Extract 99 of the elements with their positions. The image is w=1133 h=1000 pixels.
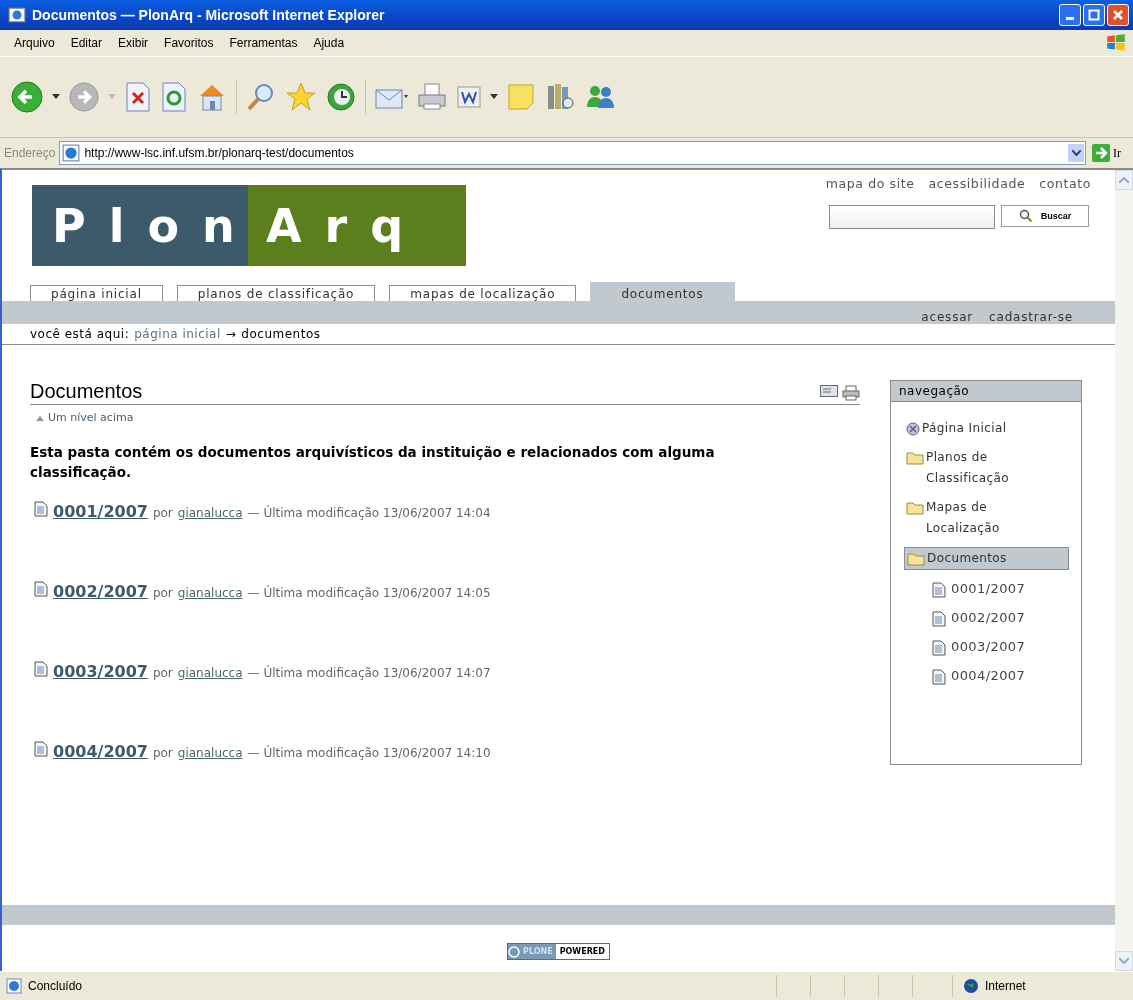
search-icon [1018,209,1033,223]
document-link[interactable]: 0002/2007 [53,582,148,601]
page-icon [62,144,81,162]
author-link[interactable]: gianalucca [177,506,243,520]
close-icon [1112,9,1124,21]
chevron-up-icon [1119,177,1129,183]
page-icon [6,978,22,994]
author-link[interactable]: gianalucca [177,586,243,600]
menu-item[interactable]: Ferramentas [221,36,306,50]
byline-text: por [152,586,173,600]
nav-tab[interactable]: mapas de localização [389,285,577,301]
byline-text: por [152,666,173,680]
printer-icon[interactable] [842,385,860,401]
maximize-icon [1088,9,1100,21]
site-link[interactable]: acessibilidade [928,176,1026,191]
modified-text: — Última modificação 13/06/2007 14:07 [247,666,491,680]
document-icon [34,741,48,757]
maximize-button[interactable] [1083,4,1105,26]
search-button[interactable]: Buscar [1001,205,1089,227]
site-link[interactable]: mapa do site [825,176,915,191]
email-icon[interactable] [820,385,838,397]
author-link[interactable]: gianalucca [177,666,243,680]
nav-item[interactable]: 0002/2007 [930,607,1069,628]
breadcrumb-label: você está aqui: [30,327,130,341]
security-zone: Internet [985,979,1026,993]
minimize-icon [1066,16,1074,20]
menu-item[interactable]: Arquivo [6,36,63,50]
modified-text: — Última modificação 13/06/2007 14:10 [247,746,491,760]
printer-icon[interactable] [416,81,448,113]
status-text: Concluído [28,979,84,993]
refresh-icon[interactable] [160,81,188,113]
menu-item[interactable]: Editar [62,36,111,50]
breadcrumb-current: documentos [241,327,321,341]
byline-text: por [152,506,173,520]
document-icon [932,582,946,598]
windows-logo-icon [1105,32,1127,54]
star-icon[interactable] [285,81,317,113]
portlet-header: navegação [891,381,1081,402]
forward-icon[interactable] [68,81,100,113]
plone-powered-badge[interactable]: PLONE POWERED [507,943,610,960]
nav-item[interactable]: Planos de Classificação [904,447,1069,489]
history-icon[interactable] [325,81,357,113]
caret-icon[interactable] [490,94,498,100]
modified-text: — Última modificação 13/06/2007 14:04 [247,506,491,520]
back-icon[interactable] [10,80,44,114]
document-link[interactable]: 0003/2007 [53,662,148,681]
document-icon [34,501,48,517]
nav-item[interactable]: Documentos [904,547,1069,570]
go-button[interactable]: Ir [1090,144,1129,162]
globe-icon [963,978,979,994]
address-label: Endereço [4,146,56,160]
menu-item[interactable]: Favoritos [156,36,222,50]
document-link[interactable]: 0001/2007 [53,502,148,521]
breadcrumb-separator: → [225,327,237,341]
scroll-down-button[interactable] [1115,951,1133,971]
document-link[interactable]: 0004/2007 [53,742,148,761]
window-title: Documentos — PlonArq - Microsoft Internet Explorer [32,7,386,23]
caret-icon[interactable] [52,94,60,100]
nav-tab[interactable]: planos de classificação [176,285,376,301]
scroll-up-button[interactable] [1115,170,1133,190]
byline-text: por [152,746,173,760]
browser-icon [8,6,26,24]
chevron-down-icon [1119,958,1129,964]
folder-description: Esta pasta contém os documentos arquivísticos da instituição e relacionados com alguma classificação. [30,443,716,482]
page-heading: Documentos [30,380,143,404]
nav-item[interactable]: 0004/2007 [930,665,1069,686]
document-icon [34,581,48,597]
word-icon[interactable] [456,84,482,110]
nav-tab[interactable]: documentos [590,282,735,301]
chevron-down-icon [1071,150,1081,156]
menu-item[interactable]: Ajuda [305,36,353,50]
nav-item[interactable]: Página Inicial [904,418,1069,439]
document-icon [34,661,48,677]
scrollbar[interactable] [1115,170,1133,971]
folder-icon [906,501,924,515]
document-icon [932,669,946,685]
folder-icon [906,451,924,465]
folder-icon [907,552,925,566]
minimize-button[interactable] [1059,4,1081,26]
document-icon [932,611,946,627]
document-icon [932,640,946,656]
nav-item[interactable]: 0001/2007 [930,578,1069,599]
author-link[interactable]: gianalucca [177,746,243,760]
triangle-up-icon [36,414,44,421]
menu-item[interactable]: Exibir [110,36,157,50]
close-button[interactable] [1107,4,1129,26]
up-link[interactable]: Um nível acima [30,405,860,424]
address-field[interactable]: http://www-lsc.inf.ufsm.br/plonarq-test/documentos [59,141,1086,165]
site-link[interactable]: contato [1039,176,1091,191]
nav-tab[interactable]: página inicial [30,285,163,301]
personal-link[interactable]: cadastrar-se [989,310,1073,324]
breadcrumb-link[interactable]: página inicial [134,327,221,341]
nav-item[interactable]: 0003/2007 [930,636,1069,657]
nav-item[interactable]: Mapas de Localização [904,497,1069,539]
personal-link[interactable]: acessar [921,310,974,324]
dropdown-button[interactable] [1068,144,1084,162]
search-field[interactable] [829,205,995,229]
stop-icon[interactable] [124,81,152,113]
modified-text: — Última modificação 13/06/2007 14:05 [247,586,491,600]
